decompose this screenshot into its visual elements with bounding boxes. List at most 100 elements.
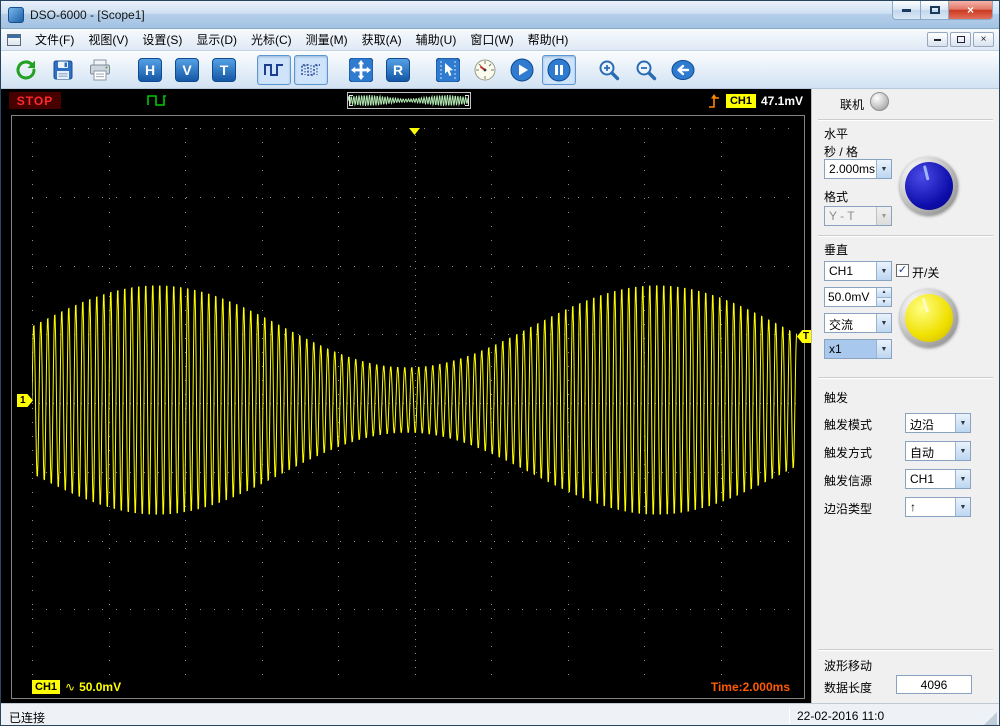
trigger-source-value: CH1	[910, 472, 935, 486]
interpolation-icon	[301, 63, 320, 76]
volts-per-div-spinner[interactable]: 50.0mV ▲ ▼	[824, 287, 892, 307]
edge-type-select[interactable]: ↑ ▼	[905, 497, 971, 517]
acquire-mode-button[interactable]	[257, 54, 291, 85]
channel-on-off-label: 开/关	[912, 266, 940, 280]
online-indicator[interactable]	[870, 92, 889, 111]
chevron-down-icon: ▼	[876, 207, 891, 225]
trigger-source-select[interactable]: CH1 ▼	[905, 469, 971, 489]
vertical-position-knob[interactable]	[900, 289, 958, 347]
zoom-out-button[interactable]	[629, 55, 663, 85]
menu-utility[interactable]: 辅助(U)	[409, 28, 464, 51]
title-bar[interactable]: DSO-6000 - [Scope1] ×	[1, 1, 999, 29]
minimize-button[interactable]	[892, 1, 921, 20]
format-select[interactable]: Y - T ▼	[824, 206, 892, 226]
cursor-measure-button[interactable]	[431, 55, 465, 85]
trigger-edge-icon	[708, 93, 719, 108]
minimize-icon	[934, 38, 941, 41]
sec-per-div-label: 秒 / 格	[824, 145, 859, 159]
chevron-down-icon[interactable]: ▼	[955, 470, 970, 488]
coupling-select[interactable]: 交流 ▼	[824, 313, 892, 333]
check-icon: ✓	[897, 264, 908, 276]
menu-file[interactable]: 文件(F)	[28, 28, 81, 51]
online-label: 联机	[840, 98, 865, 112]
menu-display[interactable]: 显示(D)	[189, 28, 244, 51]
trigger-mode-select[interactable]: 边沿 ▼	[905, 413, 971, 433]
control-panel: 联机 水平 秒 / 格 2.000ms ▼ 格式 Y - T ▼ 垂直 CH1 …	[811, 89, 999, 703]
chevron-down-icon[interactable]: ▼	[955, 414, 970, 432]
trigger-sweep-select[interactable]: 自动 ▼	[905, 441, 971, 461]
run-button[interactable]	[505, 55, 539, 85]
toolbar: H V T R	[1, 51, 999, 89]
record-button[interactable]: R	[381, 55, 415, 85]
document-window-icon[interactable]	[7, 33, 21, 46]
chevron-down-icon[interactable]: ▼	[955, 498, 970, 516]
channel-select[interactable]: CH1 ▼	[824, 261, 892, 281]
toolbar-separator	[418, 57, 428, 83]
waveform-preview[interactable]	[347, 92, 471, 109]
zoom-previous-button[interactable]	[666, 55, 700, 85]
preview-trace	[347, 94, 469, 107]
chevron-down-icon[interactable]: ▼	[876, 314, 891, 332]
interpolation-button[interactable]	[294, 54, 328, 85]
ch1-position-marker[interactable]: 1	[17, 394, 33, 407]
spin-down-icon[interactable]: ▼	[877, 297, 891, 306]
trigger-section-title: 触发	[824, 391, 849, 405]
resize-grip[interactable]	[984, 712, 997, 725]
volts-per-div-readout: 50.0mV	[79, 680, 122, 694]
auto-range-button[interactable]	[468, 55, 502, 85]
acquisition-strip: STOP CH1 47.1mV	[1, 89, 811, 113]
menu-view[interactable]: 视图(V)	[81, 28, 135, 51]
dial-icon	[474, 59, 496, 80]
horizontal-system-button[interactable]: H	[133, 55, 167, 85]
signal-type-icon	[147, 95, 166, 106]
close-icon: ×	[980, 34, 987, 45]
zoom-previous-icon	[671, 59, 695, 80]
format-label: 格式	[824, 190, 849, 204]
pan-icon	[349, 57, 373, 82]
separator	[818, 235, 993, 237]
pan-button[interactable]	[344, 55, 378, 85]
data-length-input[interactable]: 4096	[896, 675, 972, 694]
toolbar-separator	[120, 57, 130, 83]
mdi-close-button[interactable]: ×	[973, 32, 994, 47]
pause-button[interactable]	[542, 54, 576, 85]
print-button[interactable]	[83, 55, 117, 85]
mdi-minimize-button[interactable]	[927, 32, 948, 47]
chevron-down-icon[interactable]: ▼	[876, 262, 891, 280]
channel-on-off-checkbox[interactable]: ✓	[896, 264, 909, 277]
preview-bracket-left[interactable]	[349, 95, 353, 106]
record-icon: R	[386, 57, 410, 82]
print-icon	[90, 59, 110, 80]
chevron-down-icon[interactable]: ▼	[876, 160, 891, 178]
waveform-display[interactable]	[32, 128, 797, 678]
menu-help[interactable]: 帮助(H)	[521, 28, 576, 51]
preview-bracket-right[interactable]	[465, 95, 469, 106]
connect-button[interactable]	[9, 55, 43, 85]
menu-cursor[interactable]: 光标(C)	[244, 28, 299, 51]
maximize-button[interactable]	[921, 1, 949, 20]
trigger-level-value: 47.1mV	[760, 94, 803, 108]
app-window: DSO-6000 - [Scope1] × 文件(F) 视图(V) 设置(S) …	[0, 0, 1000, 726]
ch1-waveform-trace	[32, 285, 797, 515]
close-button[interactable]: ×	[949, 1, 993, 20]
sec-per-div-select[interactable]: 2.000ms ▼	[824, 159, 892, 179]
mdi-restore-button[interactable]	[950, 32, 971, 47]
menu-acquire[interactable]: 获取(A)	[355, 28, 409, 51]
trigger-system-button[interactable]: T	[207, 55, 241, 85]
knob-cap	[905, 162, 953, 210]
save-button[interactable]	[46, 55, 80, 85]
trigger-level-marker[interactable]: T	[797, 330, 812, 343]
window-controls: ×	[892, 1, 993, 20]
scope-frame: 1 T CH1 ∿ 50.0mV Time:2.000ms	[11, 115, 812, 699]
zoom-in-button[interactable]	[592, 55, 626, 85]
vertical-system-button[interactable]: V	[170, 55, 204, 85]
chevron-down-icon[interactable]: ▼	[876, 340, 891, 358]
horizontal-position-knob[interactable]	[900, 157, 958, 215]
menu-measure[interactable]: 测量(M)	[299, 28, 355, 51]
menu-bar: 文件(F) 视图(V) 设置(S) 显示(D) 光标(C) 测量(M) 获取(A…	[1, 29, 999, 51]
spin-up-icon[interactable]: ▲	[877, 288, 891, 298]
menu-window[interactable]: 窗口(W)	[463, 28, 520, 51]
chevron-down-icon[interactable]: ▼	[955, 442, 970, 460]
menu-settings[interactable]: 设置(S)	[135, 28, 189, 51]
probe-select[interactable]: x1 ▼	[824, 339, 892, 359]
